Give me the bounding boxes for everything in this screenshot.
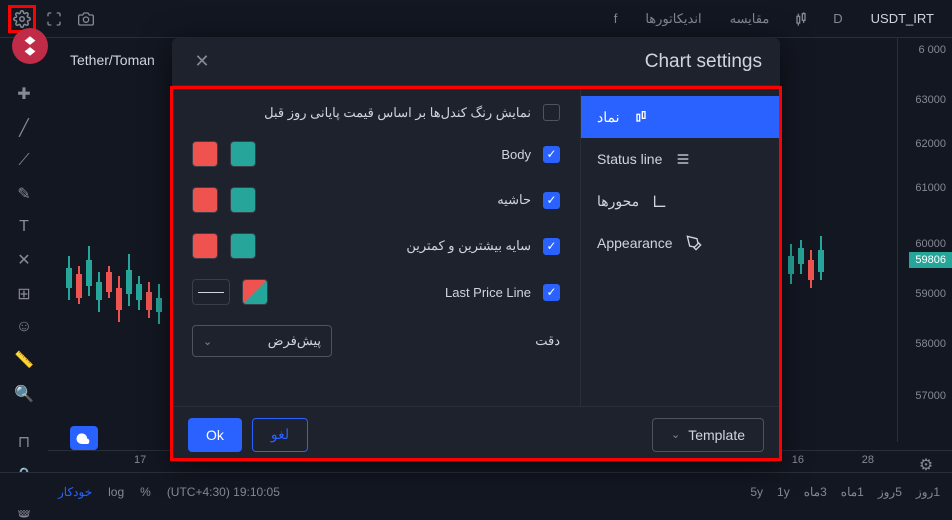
- settings-content: نمایش رنگ کندل‌ها بر اساس قیمت پایانی رو…: [172, 86, 580, 406]
- price-tick: 60000: [915, 238, 946, 250]
- candle-type-icon[interactable]: [787, 5, 815, 33]
- fullscreen-icon[interactable]: [40, 5, 68, 33]
- body-label: Body: [501, 147, 531, 162]
- indicators-button[interactable]: اندیکاتورها: [635, 7, 711, 31]
- patterns-icon[interactable]: ✕: [10, 250, 38, 270]
- cursor-icon[interactable]: ✚: [10, 84, 38, 104]
- candle-icon: [632, 108, 650, 126]
- range-5y[interactable]: 5y: [750, 485, 763, 499]
- text-icon[interactable]: T: [10, 218, 38, 236]
- tab-appearance[interactable]: Appearance: [581, 222, 780, 264]
- body-up-color[interactable]: [230, 141, 256, 167]
- interval-button[interactable]: D: [823, 7, 852, 30]
- time-tick: 28: [862, 454, 874, 466]
- tab-label: Status line: [597, 151, 662, 167]
- border-checkbox[interactable]: ✓: [543, 192, 560, 209]
- compare-button[interactable]: مقایسه: [720, 7, 780, 31]
- price-tick: 62000: [915, 138, 946, 150]
- modal-header: ✕ Chart settings: [172, 38, 780, 86]
- modal-footer: Ok لغو ⌄ Template: [172, 406, 780, 462]
- close-icon[interactable]: ✕: [190, 50, 214, 74]
- price-tick: 58000: [915, 338, 946, 350]
- brush-icon: [685, 234, 703, 252]
- body-row: ✓ Body: [192, 141, 560, 167]
- lines-icon: [674, 150, 692, 168]
- settings-tabs: نماد Status line محورها Appearance: [580, 86, 780, 406]
- precision-row: دقت پیش‌فرض ⌄: [192, 325, 560, 357]
- border-row: ✓ حاشیه: [192, 187, 560, 213]
- fib-icon[interactable]: ⟋: [10, 152, 38, 170]
- cancel-button[interactable]: لغو: [252, 418, 308, 452]
- tab-label: محورها: [597, 193, 639, 210]
- price-tick: 63000: [915, 94, 946, 106]
- fx-button[interactable]: f: [604, 7, 628, 30]
- prev-close-row: نمایش رنگ کندل‌ها بر اساس قیمت پایانی رو…: [192, 104, 560, 121]
- timezone-label[interactable]: (UTC+4:30) 19:10:05: [167, 485, 280, 499]
- precision-value: پیش‌فرض: [268, 333, 321, 349]
- chevron-down-icon: ⌄: [671, 428, 680, 441]
- tab-label: نماد: [597, 109, 620, 126]
- price-axis[interactable]: 6 000 63000 62000 61000 60000 59806 5900…: [897, 38, 952, 442]
- footer-bar: خودکار log % (UTC+4:30) 19:10:05 1روز 5ر…: [0, 472, 952, 510]
- border-down-color[interactable]: [192, 187, 218, 213]
- top-toolbar: f اندیکاتورها مقایسه D USDT_IRT: [0, 0, 952, 38]
- range-1y[interactable]: 1y: [777, 485, 790, 499]
- emoji-icon[interactable]: ☺: [10, 318, 38, 336]
- last-price-checkbox[interactable]: ✓: [543, 284, 560, 301]
- auto-scale-button[interactable]: خودکار: [58, 485, 92, 499]
- range-1m[interactable]: 1ماه: [841, 485, 864, 499]
- body-checkbox[interactable]: ✓: [543, 146, 560, 163]
- tab-axes[interactable]: محورها: [581, 180, 780, 222]
- time-tick: 17: [134, 454, 146, 466]
- template-button[interactable]: ⌄ Template: [652, 418, 764, 452]
- last-price-line-style[interactable]: [192, 279, 230, 305]
- ok-button[interactable]: Ok: [188, 418, 242, 452]
- wick-row: ✓ سایه بیشترین و کمترین: [192, 233, 560, 259]
- last-price-label: Last Price Line: [445, 285, 531, 300]
- magnet-icon[interactable]: ⊓: [10, 432, 38, 452]
- chart-settings-modal: ✕ Chart settings نماد Status line محورها…: [172, 38, 780, 462]
- range-5d[interactable]: 5روز: [878, 485, 902, 499]
- body-down-color[interactable]: [192, 141, 218, 167]
- tab-symbol[interactable]: نماد: [581, 96, 780, 138]
- border-label: حاشیه: [497, 192, 531, 208]
- tab-label: Appearance: [597, 235, 673, 251]
- drawing-toolbar: ✚ ╱ ⟋ ✎ T ✕ ⊞ ☺ 📏 🔍 ⊓ 🔒 🗑: [0, 38, 48, 472]
- modal-title: Chart settings: [645, 51, 762, 73]
- percent-scale-button[interactable]: %: [140, 485, 151, 499]
- brush-icon[interactable]: ✎: [10, 184, 38, 204]
- tab-status-line[interactable]: Status line: [581, 138, 780, 180]
- price-tick: 61000: [915, 182, 946, 194]
- precision-select[interactable]: پیش‌فرض ⌄: [192, 325, 332, 357]
- trendline-icon[interactable]: ╱: [10, 118, 38, 138]
- border-up-color[interactable]: [230, 187, 256, 213]
- time-tick: 16: [792, 454, 804, 466]
- prev-close-checkbox[interactable]: [543, 104, 560, 121]
- cloud-save-icon[interactable]: [70, 426, 98, 450]
- chevron-down-icon: ⌄: [203, 335, 212, 348]
- log-scale-button[interactable]: log: [108, 485, 124, 499]
- price-current-badge: 59806: [909, 252, 952, 268]
- zoom-icon[interactable]: 🔍: [10, 384, 38, 404]
- forecast-icon[interactable]: ⊞: [10, 284, 38, 304]
- price-tick: 6 000: [918, 44, 946, 56]
- symbol-button[interactable]: USDT_IRT: [861, 7, 944, 30]
- last-price-row: ✓ Last Price Line: [192, 279, 560, 305]
- precision-label: دقت: [535, 333, 560, 349]
- range-3m[interactable]: 3ماه: [804, 485, 827, 499]
- wick-up-color[interactable]: [230, 233, 256, 259]
- price-tick: 57000: [915, 390, 946, 402]
- price-tick: 59000: [915, 288, 946, 300]
- range-1d[interactable]: 1روز: [916, 485, 940, 499]
- axes-icon: [651, 192, 669, 210]
- template-label: Template: [688, 427, 745, 443]
- wick-label: سایه بیشترین و کمترین: [406, 238, 531, 254]
- exchange-logo-icon: [12, 28, 48, 64]
- wick-checkbox[interactable]: ✓: [543, 238, 560, 255]
- last-price-color[interactable]: [242, 279, 268, 305]
- prev-close-label: نمایش رنگ کندل‌ها بر اساس قیمت پایانی رو…: [264, 105, 531, 121]
- ruler-icon[interactable]: 📏: [10, 350, 38, 370]
- camera-icon[interactable]: [72, 5, 100, 33]
- wick-down-color[interactable]: [192, 233, 218, 259]
